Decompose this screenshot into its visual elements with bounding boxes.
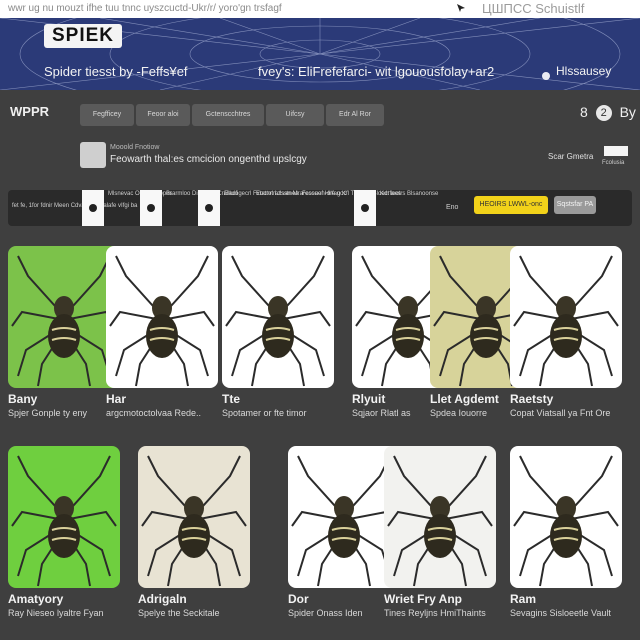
user-menu[interactable]: 8 2 By [580,104,636,122]
filter-label: Kdt leotrs Blsanoonse [380,191,439,197]
results-count: Eno [446,204,459,211]
filter-item[interactable]: Kdt leotrs Blsanoonse [354,190,438,226]
camera-icon [80,142,106,168]
spider-description: Spdea Iouorre [430,408,488,418]
secondary-filter-button[interactable]: Sqstsfar PA [554,196,596,214]
banner-link[interactable]: Hlssausey [556,64,611,78]
spider-card[interactable]: Har argcmotoctolvaa Rede.. [106,246,218,418]
promo-strip: Mooold Fnotiow Feowarth thal:es cmcicion… [80,142,640,176]
spider-description: Spelye the Seckitale [138,608,220,618]
spider-thumbnail [354,190,376,226]
site-logo[interactable]: SPIEK [44,24,122,48]
pointer-icon [457,4,465,12]
spider-thumbnail [82,190,104,226]
main-nav: WPPR Fegfficey Feoor aloi Gctenscchtres … [0,96,640,132]
hero-banner: SPIEK Spider tiesst by -Feffs¥ef fvey's:… [0,18,640,90]
flag-caption: Fcolusia [602,160,625,166]
spider-name[interactable]: Raetsty [510,392,553,406]
promo-small-text: Mooold Fnotiow [110,144,160,151]
banner-subtitle: fvey's: EliFrefefarci- wit lgouousfolay+… [258,64,495,79]
spider-name[interactable]: Wriet Fry Anp [384,592,462,606]
spider-card[interactable]: Amatyory Ray Nieseo lyaltre Fyan [8,446,120,618]
browser-top-bar: wwr ug nu mouzt ifhe tuu tnnc uyszcuctd-… [0,0,640,18]
spider-name[interactable]: Llet Agdemt [430,392,499,406]
spider-description: argcmotoctolvaa Rede.. [106,408,202,418]
spider-description: Tines Reyljns HmiThaints [384,608,486,618]
filter-item[interactable]: Fcssaon-orfag Kfl Tnacrtn Bloecrfaes [302,190,401,226]
spider-description: Spotamer or fte timor [222,408,307,418]
spider-description: Ray Nieseo lyaltre Fyan [8,608,104,618]
filter-item[interactable]: Eoctotratlsan Mrarecouef Hlle uoc [256,190,346,226]
spider-photo[interactable] [510,446,622,588]
spider-card[interactable]: Tte Spotamer or fte timor [222,246,334,418]
primary-filter-button[interactable]: HEOIRS LWWL-onc [474,196,548,214]
spider-description: Copat Viatsall ya Fnt Ore [510,408,611,418]
spider-photo[interactable] [138,446,250,588]
spider-name[interactable]: Har [106,392,126,406]
nav-tab[interactable]: Uifcsy [266,104,324,126]
spider-thumbnail [140,190,162,226]
spider-name[interactable]: Adrigaln [138,592,187,606]
spider-photo[interactable] [384,446,496,588]
top-bar-right-text: ЦШПСС Schuistlf [482,1,585,16]
nav-tab[interactable]: Gctenscchtres [192,104,264,126]
spider-card[interactable]: Ram Sevagins Sisloeetle Vault [510,446,622,618]
spider-name[interactable]: Amatyory [8,592,63,606]
spider-thumbnail [198,190,220,226]
spider-photo[interactable] [8,446,120,588]
filter-item[interactable]: Ellulfigecrl Fxtatnrl Lzsstnea [198,190,299,226]
spider-name[interactable]: Bany [8,392,37,406]
avatar: 2 [595,105,612,122]
spider-name[interactable]: Rlyuit [352,392,385,406]
filter-bar: fet fe, 1for fdnir Meen Cdvarer dimalafe… [8,190,632,226]
spider-photo[interactable] [510,246,622,388]
spider-card[interactable]: Raetsty Copat Viatsall ya Fnt Ore [510,246,622,418]
banner-tagline: Spider tiesst by -Feffs¥ef [44,64,188,79]
spider-card[interactable]: Bany Spjer Gonple ty eny [8,246,120,418]
spider-card[interactable]: Wriet Fry Anp Tines Reyljns HmiThaints [384,446,496,618]
spider-name[interactable]: Ram [510,592,536,606]
promo-text: Feowarth thal:es cmcicion ongenthd upslc… [110,154,307,165]
spider-description: Sqjaor Rlatl as [352,408,411,418]
spider-description: Spjer Gonple ty eny [8,408,88,418]
spider-photo[interactable] [222,246,334,388]
spider-description: Spider Onass Iden [288,608,363,618]
filter-item[interactable]: Mlsnevac Ogoin ftoppes [82,190,172,226]
user-name: By [619,104,636,120]
promo-link[interactable]: Scar Gmetra [548,152,593,161]
spider-photo[interactable] [106,246,218,388]
nav-tab[interactable]: Edr Al Ror [326,104,384,126]
spider-name[interactable]: Tte [222,392,240,406]
nav-tab[interactable]: Feoor aloi [136,104,190,126]
nav-tab[interactable]: Fegfficey [80,104,134,126]
flag-icon [604,146,628,156]
section-brand: WPPR [10,104,49,119]
spider-card[interactable]: Adrigaln Spelye the Seckitale [138,446,250,618]
spider-description: Sevagins Sisloeetle Vault [510,608,611,618]
notification-count: 8 [580,104,588,120]
spider-photo[interactable] [8,246,120,388]
top-bar-text: wwr ug nu mouzt ifhe tuu tnnc uyszcuctd-… [8,3,282,14]
spider-name[interactable]: Dor [288,592,309,606]
filter-item[interactable]: Brarmloo Diprie fla Cralaco [140,190,238,226]
